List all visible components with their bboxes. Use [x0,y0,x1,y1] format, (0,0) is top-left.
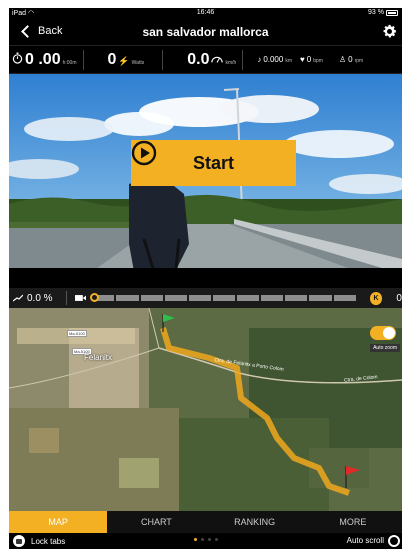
time-value: 0 .00 [25,50,61,68]
power-stat: 0 ⚡ Watts [108,51,145,69]
heart-stat: ♥ 0 bpm [300,55,323,64]
bottom-bar: Lock tabs Auto scroll [9,533,402,549]
power-value: 0 [107,50,117,68]
lock-icon[interactable] [13,535,25,547]
video-camera-icon[interactable] [74,294,87,302]
road-tag: Ma-5100 [67,330,87,337]
power-unit: Watts [131,59,145,66]
tab-map[interactable]: MAP [9,511,108,533]
power-icon: ⚡ [118,55,130,66]
tab-ranking[interactable]: RANKING [206,511,304,533]
coins-count: 0 [396,292,402,304]
progress-segment [116,295,139,301]
cadence-value: 0 [348,55,353,64]
battery-icon [386,9,398,16]
autoscroll-icon[interactable] [388,535,400,547]
battery-status: 93 % [368,9,398,16]
speed-unit: km/h [225,59,237,66]
page-dot [207,538,211,541]
divider [82,49,84,70]
progress-segment [212,295,236,301]
autoscroll-label[interactable]: Auto scroll [347,536,384,545]
progress-strip: 0.0 % K 0 [9,288,402,308]
progress-segment [140,295,163,301]
progress-segment [333,295,356,301]
time-unit: h:00m [62,59,77,66]
route-map[interactable]: Ma-5100 Ma-5100 Felanitx Ctra. de Felani… [9,308,402,513]
progress-segment [164,295,187,301]
stopwatch-icon [12,52,23,64]
page-dot [193,538,197,541]
distance-icon: ♪ [257,55,262,64]
tab-chart[interactable]: CHART [107,511,205,533]
cadence-unit: rpm [354,58,364,64]
distance-unit: km [285,58,293,64]
progress-segment [237,295,260,301]
progress-segment [261,295,284,301]
status-time: 16:46 [196,9,215,16]
speedometer-icon [211,56,224,63]
start-button[interactable]: Start [131,140,296,186]
divider [65,291,67,305]
page-title: san salvador mallorca [142,25,269,39]
page-indicator [9,538,402,541]
cadence-stat: ♙ 0 rpm [339,55,363,64]
nav-bar: Back san salvador mallorca [9,20,402,45]
play-icon [131,140,157,166]
battery-percent: 93 % [368,9,384,16]
progress-segment [309,295,332,301]
auto-zoom-label: Auto zoom [370,344,400,352]
town-label: Felanitx [84,353,113,362]
heart-value: 0 [306,55,312,64]
elapsed-time: 0 .00 h:00m [12,51,77,69]
auto-zoom-toggle[interactable] [370,326,396,340]
heart-unit: bpm [313,58,323,64]
page-dot [200,538,204,541]
bottom-tabs: MAP CHART RANKING MORE [9,511,402,533]
speed-stat: 0.0 km/h [187,51,236,69]
grade-icon [13,294,23,302]
stats-bar: 0 .00 h:00m 0 ⚡ Watts 0.0 km/h ♪ 0.000 k… [9,45,402,74]
status-bar: iPad ◠ 16:46 93 % [9,8,402,20]
tab-more[interactable]: MORE [304,511,402,533]
satellite-map [9,308,402,513]
coin-icon: K [369,291,383,305]
grade-display: 0.0 % [13,293,66,304]
video-player[interactable]: Start [9,74,402,298]
speed-value: 0.0 [187,50,210,68]
start-label: Start [192,152,234,173]
grade-value: 0.0 % [27,292,53,304]
gear-icon[interactable] [381,23,398,40]
app-screen: iPad ◠ 16:46 93 % Back san salvador mall… [9,8,402,549]
cadence-icon: ♙ [338,55,347,64]
divider [162,49,164,70]
progress-segment [285,295,308,301]
divider [242,49,244,70]
page-dot [214,538,218,541]
progress-segment [188,295,211,301]
distance-stat: ♪ 0.000 km [257,55,292,64]
distance-value: 0.000 [263,55,284,64]
route-progress-track[interactable] [90,293,356,302]
heart-icon: ♥ [300,55,305,64]
